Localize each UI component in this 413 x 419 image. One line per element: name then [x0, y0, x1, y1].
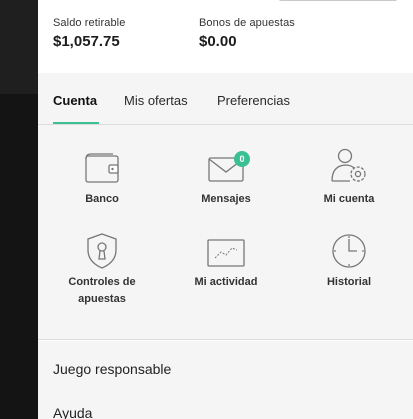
active-tab-indicator: [53, 122, 99, 124]
withdrawable-balance-label: Saldo retirable: [53, 17, 126, 29]
menu-item-juego-responsable[interactable]: Juego responsable: [53, 361, 171, 377]
tab-cuenta[interactable]: Cuenta: [53, 93, 97, 108]
account-menu: Juego responsable Ayuda: [38, 341, 413, 419]
unread-messages-badge: 0: [234, 151, 250, 167]
account-shortcuts-grid: Banco 0 Mensajes Mi cuenta Controles de …: [38, 125, 413, 340]
clock-icon: [332, 234, 366, 268]
tile-historial-label: Historial: [326, 276, 371, 288]
wallet-icon: [85, 153, 119, 183]
bet-bonus-label: Bonos de apuestas: [199, 17, 295, 29]
balances-section: Saldo retirable $1,057.75 Bonos de apues…: [53, 17, 403, 57]
bet-bonus-balance: Bonos de apuestas $0.00: [199, 17, 295, 50]
tile-mi-actividad-label: Mi actividad: [194, 276, 258, 288]
account-tabs: Cuenta Mis ofertas Preferencias: [38, 73, 413, 125]
withdrawable-balance-value: $1,057.75: [53, 33, 120, 50]
tile-controles-de-apuestas[interactable]: Controles de apuestas: [47, 232, 157, 308]
tile-mi-actividad[interactable]: Mi actividad: [171, 232, 281, 291]
deposit-button-edge[interactable]: [278, 0, 398, 1]
menu-item-ayuda[interactable]: Ayuda: [53, 405, 92, 419]
shield-lock-icon: [87, 233, 117, 269]
tile-mi-cuenta[interactable]: Mi cuenta: [294, 147, 404, 208]
tab-mis-ofertas[interactable]: Mis ofertas: [124, 93, 188, 108]
tile-banco-label: Banco: [85, 193, 119, 205]
tile-mensajes[interactable]: 0 Mensajes: [171, 151, 281, 208]
tile-mi-cuenta-label: Mi cuenta: [323, 193, 375, 205]
activity-chart-icon: [207, 239, 245, 267]
tile-banco[interactable]: Banco: [47, 151, 157, 208]
tab-preferencias[interactable]: Preferencias: [217, 93, 290, 108]
user-gear-icon: [331, 148, 366, 182]
tile-controles-label: Controles de apuestas: [68, 276, 136, 305]
tile-historial[interactable]: Historial: [294, 232, 404, 291]
withdrawable-balance: Saldo retirable $1,057.75: [53, 17, 125, 50]
backdrop-overlay: [0, 0, 38, 94]
bet-bonus-value: $0.00: [199, 33, 237, 50]
account-panel: Saldo retirable $1,057.75 Bonos de apues…: [38, 0, 413, 419]
tile-mensajes-label: Mensajes: [201, 193, 251, 205]
